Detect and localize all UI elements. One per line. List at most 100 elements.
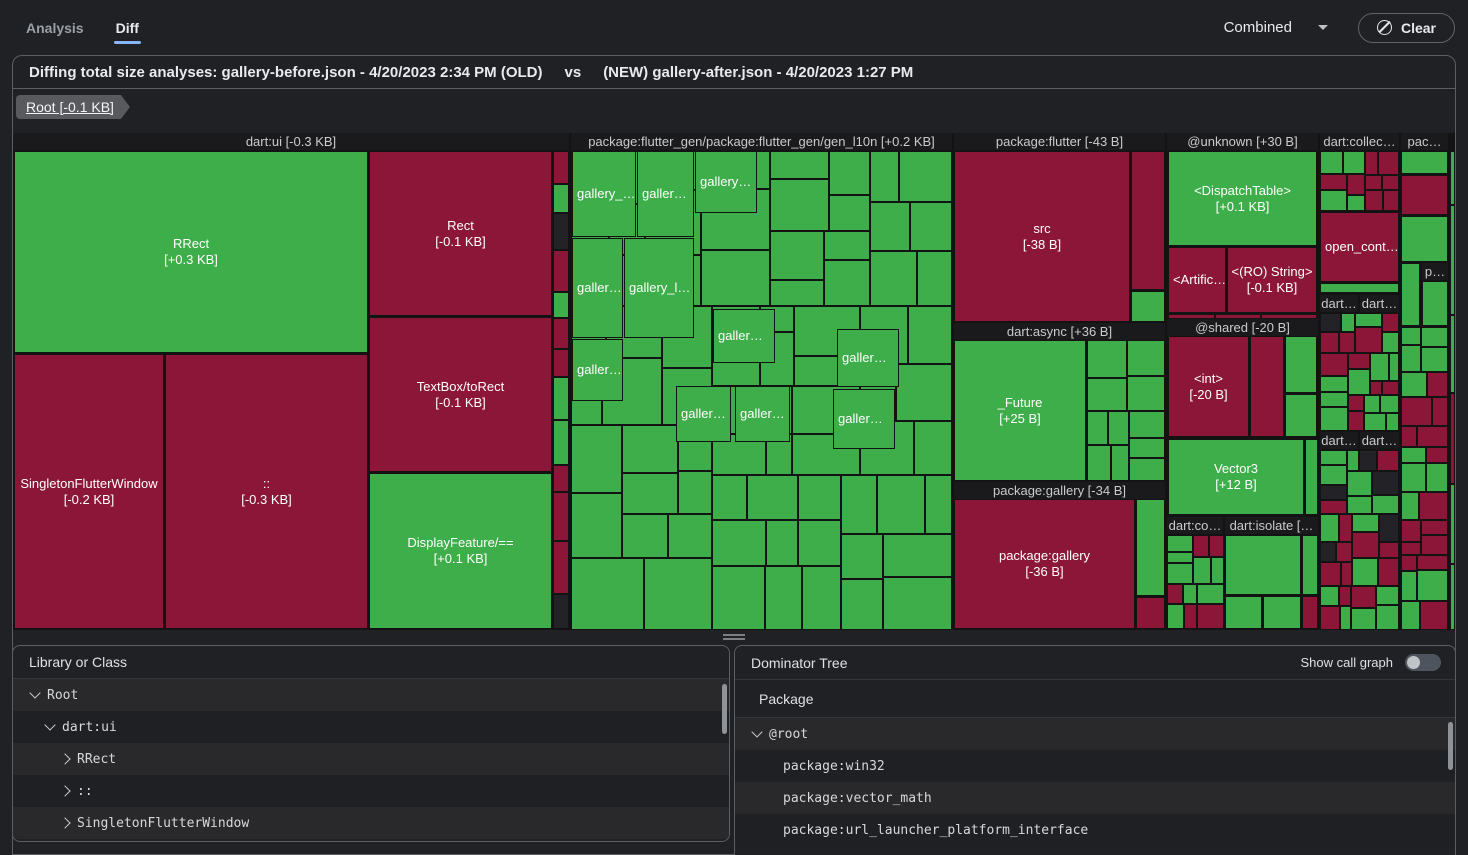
treemap-cell[interactable] [770,280,824,306]
treemap-cell[interactable] [1167,552,1193,563]
treemap-cell[interactable] [1421,347,1448,372]
treemap-cell[interactable] [1432,397,1448,426]
treemap-cell[interactable] [870,202,910,251]
treemap-cell[interactable] [1320,542,1336,562]
treemap-cell[interactable] [798,520,841,566]
treemap-section-header[interactable]: dart… [1320,432,1358,449]
treemap-cell[interactable] [553,151,569,184]
treemap-cell[interactable] [1127,340,1165,376]
treemap-cell[interactable]: gallery_l… [624,238,694,338]
treemap-cell[interactable] [1401,520,1421,542]
treemap-cell[interactable] [1382,381,1399,395]
treemap-cell[interactable] [1352,558,1378,586]
treemap-cell[interactable] [1341,562,1352,586]
treemap-cell[interactable] [553,213,569,250]
tree-row[interactable]: package:win32 [735,750,1455,782]
treemap-cell[interactable]: _Future[+25 B] [954,340,1086,481]
treemap-cell[interactable] [1320,151,1343,174]
treemap-cell[interactable] [1364,395,1380,413]
treemap-cell[interactable] [1320,313,1341,332]
treemap-cell[interactable] [644,558,712,630]
treemap-cell[interactable] [571,558,644,630]
tree-row[interactable]: dart:ui [13,711,729,743]
treemap-cell[interactable] [841,579,883,630]
treemap-cell[interactable] [1136,499,1165,596]
treemap-cell[interactable] [1376,586,1399,605]
treemap-cell[interactable] [1111,445,1129,481]
treemap-cell[interactable] [553,420,569,465]
treemap-cell[interactable] [1389,353,1399,381]
treemap-cell[interactable] [622,425,678,473]
treemap-section-header[interactable]: pac… [1401,133,1448,150]
treemap-cell[interactable] [1419,492,1448,520]
treemap-cell[interactable] [1193,557,1211,584]
treemap-cell[interactable] [1320,174,1347,190]
treemap-cell[interactable] [712,520,766,566]
treemap-cell[interactable] [1225,535,1301,595]
treemap-cell[interactable] [1087,445,1111,481]
treemap-cell[interactable] [829,151,870,195]
treemap-cell[interactable] [1348,395,1364,411]
treemap-cell[interactable] [553,594,569,629]
treemap-cell[interactable] [1370,381,1382,395]
treemap-section-header[interactable]: package:flutter_gen/package:flutter_gen/… [571,133,952,150]
treemap-cell[interactable] [1386,413,1399,431]
treemap-cell[interactable] [914,421,952,475]
treemap-cell[interactable] [1352,532,1379,558]
treemap-cell[interactable] [1401,555,1417,571]
treemap-cell[interactable] [841,475,877,534]
treemap-cell[interactable] [1377,450,1399,471]
treemap-cell[interactable] [824,231,870,260]
chevron-down-icon[interactable] [1318,25,1328,30]
treemap-cell[interactable]: <DispatchTable>[+0.1 KB] [1168,151,1317,246]
treemap-cell[interactable] [1348,353,1370,369]
treemap-cell[interactable] [1401,327,1421,345]
treemap-cell[interactable] [1343,151,1365,174]
treemap-cell[interactable] [1401,397,1432,426]
treemap-cell[interactable] [908,306,952,364]
treemap-cell[interactable] [1401,492,1419,520]
treemap-cell[interactable] [1421,535,1448,555]
treemap-cell[interactable] [1347,450,1359,471]
treemap-cell[interactable] [1302,596,1318,629]
treemap-cell[interactable] [622,473,678,514]
scrollbar-thumb[interactable] [1448,722,1453,770]
treemap-cell[interactable] [1379,514,1399,542]
treemap-cell[interactable] [765,566,802,630]
treemap-cell[interactable] [1339,586,1351,606]
treemap-cell[interactable] [883,534,952,577]
treemap-cell[interactable] [1339,332,1355,353]
treemap-section-header[interactable]: package:gallery [-34 B] [954,482,1165,499]
treemap-cell[interactable] [1339,514,1352,542]
treemap-cell[interactable] [701,250,770,306]
treemap-cell[interactable] [1087,340,1127,378]
treemap-cell[interactable] [1401,426,1417,447]
treemap-cell[interactable] [770,179,829,231]
treemap-cell[interactable] [1355,327,1382,353]
treemap-cell[interactable] [1167,563,1193,584]
treemap-cell[interactable] [1320,353,1348,376]
treemap-section-header[interactable]: @shared [-20 B] [1167,319,1318,336]
tree-row[interactable]: RRect [13,743,729,775]
treemap-cell[interactable] [571,493,622,558]
treemap-cell[interactable] [1380,395,1399,413]
treemap-cell[interactable] [1450,315,1455,393]
treemap-cell[interactable] [870,251,917,306]
treemap-cell[interactable] [1421,520,1448,535]
treemap-cell[interactable] [1129,411,1165,438]
combined-dropdown[interactable]: Combined [1224,19,1292,36]
treemap-cell[interactable]: galler… [572,238,623,338]
treemap-cell[interactable]: galler… [735,386,790,442]
treemap-cell[interactable] [747,475,798,520]
treemap-cell[interactable]: SingletonFlutterWindow[-0.2 KB] [14,354,164,629]
treemap-cell[interactable] [877,475,925,534]
treemap-cell[interactable] [1382,313,1399,332]
treemap-cell[interactable]: galler… [713,309,775,363]
treemap-cell[interactable] [1450,151,1455,205]
diff-treemap[interactable]: RRect[+0.3 KB]Rect[-0.1 KB]TextBox/toRec… [13,133,1455,630]
treemap-cell[interactable] [1340,606,1351,630]
treemap-section-header[interactable]: dart:co… [1167,517,1223,534]
treemap-cell[interactable] [1087,378,1127,411]
treemap-cell[interactable]: galler… [637,151,694,237]
treemap-cell[interactable] [1302,535,1318,595]
